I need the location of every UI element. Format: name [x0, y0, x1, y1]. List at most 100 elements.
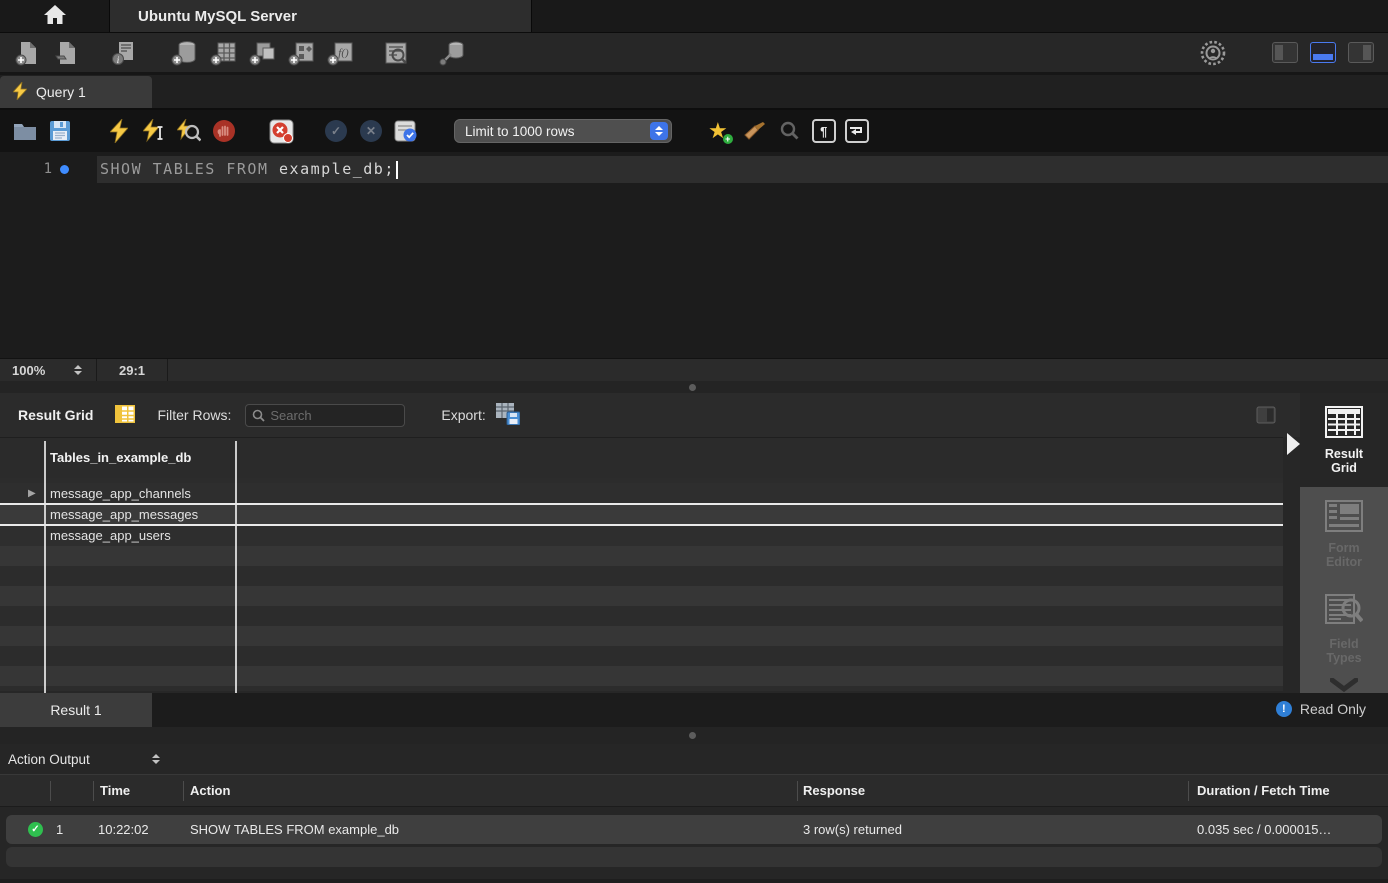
toggle-word-wrap-button[interactable] — [845, 119, 869, 143]
read-only-indicator: ! Read Only — [1276, 701, 1366, 717]
filter-rows-label: Filter Rows: — [157, 407, 231, 423]
collapse-grid-toolbar-icon[interactable] — [1256, 406, 1276, 427]
filter-search-box[interactable] — [245, 404, 405, 427]
sidebar-item-field-types[interactable]: Field Types — [1300, 582, 1388, 677]
result-tab[interactable]: Result 1 — [0, 693, 152, 727]
toggle-stop-on-error-button[interactable] — [268, 118, 294, 144]
create-schema-button[interactable] — [171, 39, 199, 67]
create-procedure-button[interactable] — [288, 39, 316, 67]
column-header-action[interactable]: Action — [190, 783, 230, 798]
text-caret — [396, 161, 398, 179]
empty-grid-rows — [0, 546, 1283, 691]
main-toolbar: i f() — [0, 33, 1388, 75]
result-tab-label: Result 1 — [50, 702, 101, 718]
search-icon — [252, 409, 265, 422]
sidebar-item-form-editor[interactable]: Form Editor — [1300, 487, 1388, 582]
horizontal-splitter[interactable] — [0, 727, 1388, 744]
collapse-arrow-icon[interactable] — [1287, 433, 1300, 455]
add-snippet-button[interactable]: ★+ — [708, 120, 728, 142]
create-function-button[interactable]: f() — [327, 39, 355, 67]
result-grid-title: Result Grid — [18, 407, 93, 423]
toggle-left-sidebar-button[interactable] — [1272, 42, 1298, 63]
plus-badge-icon: + — [723, 134, 733, 144]
db-connection-tool-button[interactable] — [439, 39, 467, 67]
create-view-button[interactable] — [249, 39, 277, 67]
toggle-autocommit-button[interactable] — [393, 118, 419, 144]
column-divider — [93, 781, 94, 801]
toggle-output-panel-button[interactable] — [1310, 42, 1336, 63]
connection-tab[interactable]: Ubuntu MySQL Server — [110, 0, 532, 32]
result-tab-bar: Result 1 ! Read Only — [0, 693, 1388, 727]
execute-button[interactable] — [106, 118, 132, 144]
selection-line — [0, 524, 1283, 526]
field-types-icon — [1325, 594, 1363, 631]
toolbar-spacer — [421, 52, 439, 53]
create-table-button[interactable] — [210, 39, 238, 67]
search-input[interactable] — [270, 408, 390, 423]
query-tab[interactable]: Query 1 — [0, 76, 152, 108]
activity-gear-icon — [1199, 39, 1227, 67]
row-duration: 0.035 sec / 0.000015… — [1197, 822, 1331, 837]
search-table-data-button[interactable] — [382, 39, 410, 67]
sql-editor[interactable]: 1 SHOW TABLES FROM example_db; — [0, 152, 1388, 358]
grid-columns-icon[interactable] — [115, 405, 135, 426]
sql-code-line[interactable]: SHOW TABLES FROM example_db; — [100, 156, 398, 183]
select-stepper-icon — [650, 122, 668, 140]
bolt-icon — [13, 82, 27, 103]
new-sql-tab-button[interactable] — [14, 39, 42, 67]
statement-marker-icon — [60, 165, 69, 174]
column-divider — [50, 781, 51, 801]
inspector-button[interactable]: i — [110, 39, 138, 67]
commit-button[interactable]: ✓ — [323, 118, 349, 144]
table-row[interactable]: message_app_users — [0, 525, 1283, 546]
zoom-stepper[interactable] — [74, 365, 82, 375]
info-icon: ! — [1276, 701, 1292, 717]
toggle-right-sidebar-button[interactable] — [1348, 42, 1374, 63]
table-row[interactable]: message_app_messages — [0, 504, 1283, 525]
cell-value: message_app_messages — [50, 507, 198, 522]
selection-line — [0, 503, 1283, 505]
open-sql-file-button[interactable] — [53, 39, 81, 67]
query-tab-label: Query 1 — [36, 84, 86, 100]
action-output-title: Action Output — [8, 752, 90, 767]
chevron-down-icon — [1330, 678, 1358, 692]
home-tab[interactable] — [0, 0, 110, 32]
splitter-handle-icon — [689, 384, 696, 391]
result-grid-toolbar: Result Grid Filter Rows: Export: — [0, 393, 1388, 437]
limit-rows-select[interactable]: Limit to 1000 rows — [454, 119, 672, 143]
explain-button[interactable] — [176, 118, 202, 144]
table-row[interactable]: ▶ message_app_channels — [0, 483, 1283, 504]
column-header-duration[interactable]: Duration / Fetch Time — [1197, 783, 1330, 798]
sidebar-item-label: Form Editor — [1314, 541, 1374, 569]
rollback-button[interactable]: ✕ — [358, 118, 384, 144]
toolbar-spacer — [82, 131, 106, 132]
stop-button[interactable] — [211, 118, 237, 144]
mysql-workbench-window: Ubuntu MySQL Server i f() — [0, 0, 1388, 883]
sidebar-item-result-grid[interactable]: Result Grid — [1300, 393, 1388, 487]
toggle-invisibles-button[interactable]: ¶ — [812, 119, 836, 143]
toolbar-right-group — [1199, 39, 1374, 67]
connection-tab-label: Ubuntu MySQL Server — [138, 8, 297, 25]
row-marker-icon: ▶ — [28, 483, 36, 504]
panel-selector-stepper[interactable] — [152, 754, 160, 764]
column-divider — [1188, 781, 1189, 801]
grid-column-divider[interactable] — [235, 441, 237, 735]
execute-current-button[interactable] — [141, 118, 167, 144]
horizontal-splitter[interactable] — [0, 381, 1388, 393]
grid-column-header[interactable]: Tables_in_example_db — [50, 450, 191, 465]
find-button[interactable] — [777, 118, 803, 144]
divider — [167, 359, 168, 381]
column-header-response[interactable]: Response — [803, 783, 865, 798]
save-button[interactable] — [47, 118, 73, 144]
row-response: 3 row(s) returned — [803, 822, 902, 837]
export-icon[interactable] — [496, 403, 520, 428]
export-label: Export: — [441, 407, 485, 423]
row-action: SHOW TABLES FROM example_db — [190, 822, 399, 837]
action-output-row[interactable]: ✓ 1 10:22:02 SHOW TABLES FROM example_db… — [6, 815, 1382, 844]
read-only-label: Read Only — [1300, 701, 1366, 717]
sidebar-more-control[interactable] — [1300, 677, 1388, 693]
column-header-time[interactable]: Time — [100, 783, 130, 798]
beautify-button[interactable] — [742, 118, 768, 144]
open-file-button[interactable] — [12, 118, 38, 144]
column-divider — [183, 781, 184, 801]
